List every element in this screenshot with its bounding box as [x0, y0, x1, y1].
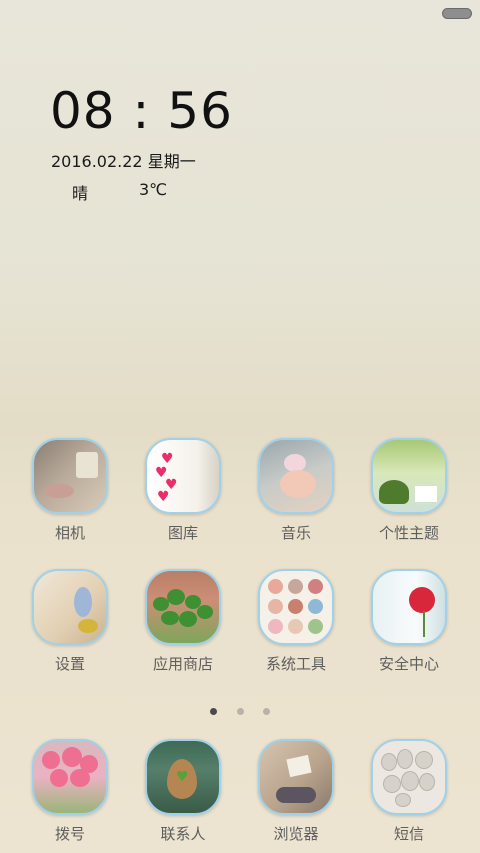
clock-time[interactable]: 08 : 56 — [50, 82, 233, 140]
themes-icon[interactable] — [371, 438, 447, 514]
weather-temperature[interactable]: 3℃ — [139, 180, 167, 199]
page-dot-2 — [236, 708, 244, 715]
page-dot-1 — [210, 708, 218, 715]
app-store[interactable]: 应用商店 — [133, 569, 233, 674]
date-text: 2016.02.22 星期一 — [51, 152, 196, 171]
dock-label-browser: 浏览器 — [273, 825, 319, 843]
security-center-icon[interactable] — [371, 569, 447, 645]
dock-label-dialer: 拨号 — [54, 825, 85, 843]
battery-pill-icon — [442, 8, 472, 19]
page-indicator — [0, 700, 480, 719]
browser-icon[interactable] — [258, 739, 334, 815]
app-label-music: 音乐 — [280, 524, 311, 542]
app-label-gallery: 图库 — [167, 524, 198, 542]
app-settings[interactable]: 设置 — [20, 569, 120, 674]
app-music[interactable]: 音乐 — [246, 438, 346, 543]
app-label-camera: 相机 — [54, 524, 85, 542]
app-store-icon[interactable] — [145, 569, 221, 645]
app-label-tools: 系统工具 — [265, 655, 326, 673]
dock-label-sms: 短信 — [393, 825, 424, 843]
app-label-settings: 设置 — [54, 655, 85, 673]
app-system-tools-folder[interactable]: 系统工具 — [246, 569, 346, 674]
app-camera[interactable]: 相机 — [20, 438, 120, 543]
app-label-store: 应用商店 — [152, 655, 213, 673]
camera-icon[interactable] — [32, 438, 108, 514]
dock-contacts[interactable]: ♥ 联系人 — [133, 739, 233, 844]
dock-sms[interactable]: 短信 — [359, 739, 459, 844]
weather-description[interactable]: 晴 — [72, 180, 88, 204]
app-themes[interactable]: 个性主题 — [359, 438, 459, 543]
phone-icon[interactable] — [32, 739, 108, 815]
page-dot-3 — [262, 708, 270, 715]
gallery-icon[interactable]: ♥ ♥ ♥ ♥ — [145, 438, 221, 514]
app-label-themes: 个性主题 — [378, 524, 439, 542]
system-tools-folder-icon[interactable] — [258, 569, 334, 645]
dock-dialer[interactable]: 拨号 — [20, 739, 120, 844]
app-label-security: 安全中心 — [378, 655, 439, 673]
app-gallery[interactable]: ♥ ♥ ♥ ♥ 图库 — [133, 438, 233, 543]
music-icon[interactable] — [258, 438, 334, 514]
messages-icon[interactable] — [371, 739, 447, 815]
settings-icon[interactable] — [32, 569, 108, 645]
dock-browser[interactable]: 浏览器 — [246, 739, 346, 844]
app-security[interactable]: 安全中心 — [359, 569, 459, 674]
contacts-icon[interactable]: ♥ — [145, 739, 221, 815]
dock-label-contacts: 联系人 — [160, 825, 206, 843]
